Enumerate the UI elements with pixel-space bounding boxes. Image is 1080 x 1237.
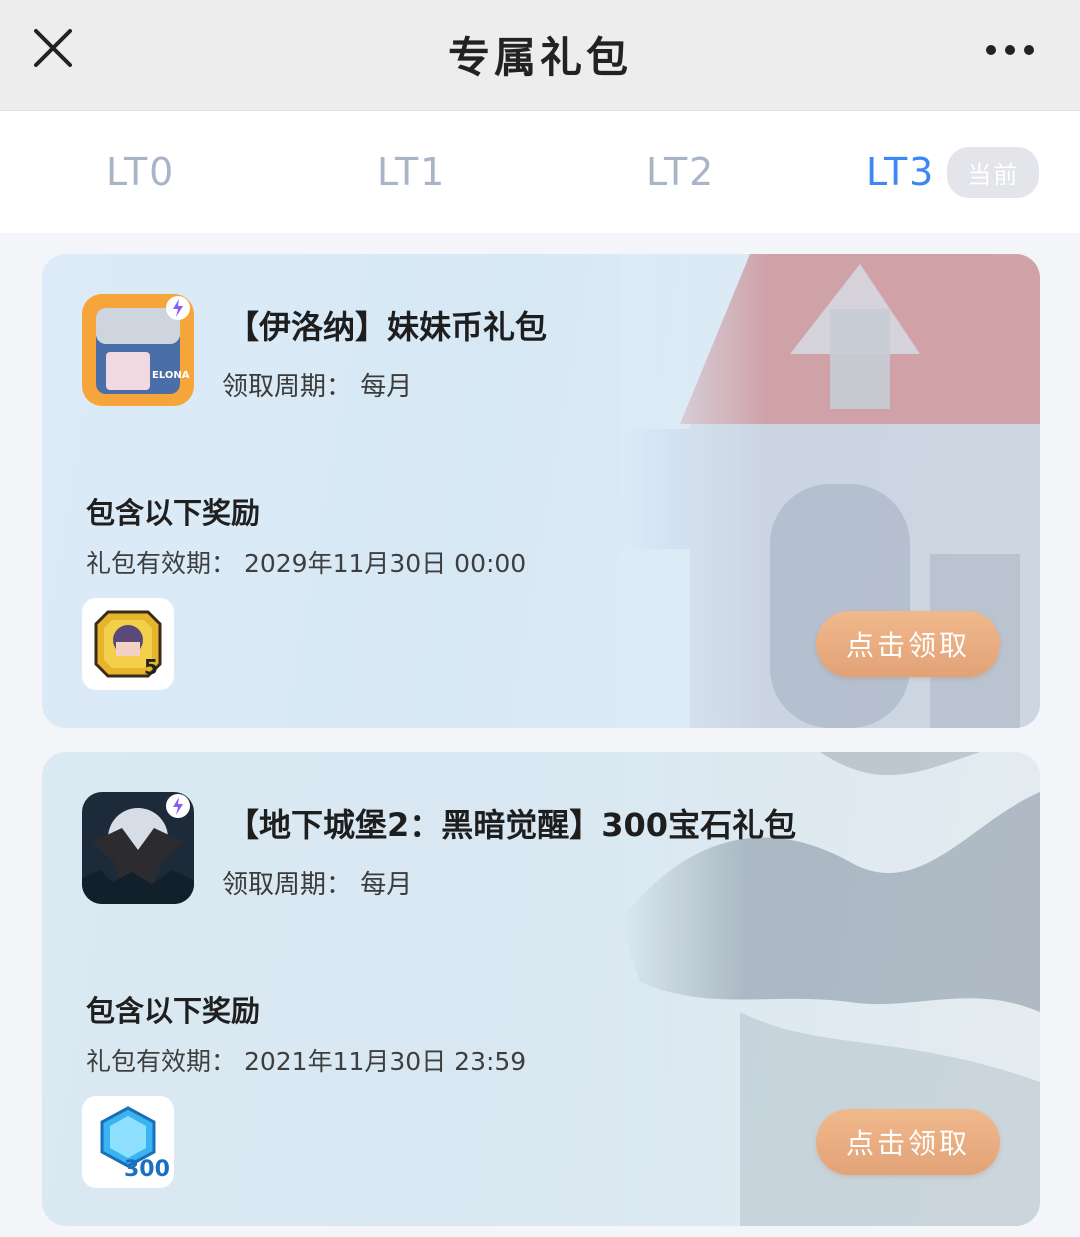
validity-value: 2029年11月30日 00:00 — [243, 549, 527, 578]
validity-text: 礼包有效期： 2021年11月30日 23:59 — [86, 1042, 526, 1078]
level-tabs: LT0 LT1 LT2 LT3 当前 — [0, 111, 1080, 233]
tab-label: LT0 — [106, 150, 176, 194]
more-icon[interactable] — [984, 38, 1036, 62]
coin-icon: 5 — [94, 610, 162, 679]
period-value: 每月 — [360, 372, 413, 402]
tab-lt0[interactable]: LT0 — [106, 111, 175, 233]
tab-lt2[interactable]: LT2 — [646, 111, 715, 233]
tab-label: LT2 — [646, 150, 716, 194]
tab-label: LT1 — [377, 150, 447, 194]
gift-card: ELONA 【伊洛纳】妹妹币礼包 领取周期： 每月 包含以下奖励 礼包有效期： … — [42, 254, 1040, 728]
period-value: 每月 — [360, 870, 413, 900]
gift-title: 【伊洛纳】妹妹币礼包 — [227, 308, 548, 346]
validity-label: 礼包有效期： — [86, 549, 237, 578]
reward-item[interactable]: 300 — [82, 1096, 174, 1188]
gift-title: 【地下城堡2：黑暗觉醒】300宝石礼包 — [227, 806, 797, 844]
top-bar: 专属礼包 — [0, 0, 1080, 111]
reward-count: 300 — [124, 1157, 170, 1182]
gem-icon: 300 — [100, 1106, 170, 1182]
rewards-heading: 包含以下奖励 — [86, 994, 261, 1028]
validity-label: 礼包有效期： — [86, 1047, 237, 1076]
period-label: 领取周期： — [222, 372, 353, 402]
page-title: 专属礼包 — [447, 33, 632, 82]
tab-lt3[interactable]: LT3 当前 — [866, 111, 1040, 233]
rewards-heading: 包含以下奖励 — [86, 496, 261, 530]
tab-label: LT3 — [866, 150, 936, 194]
gift-card: 【地下城堡2：黑暗觉醒】300宝石礼包 领取周期： 每月 包含以下奖励 礼包有效… — [42, 752, 1040, 1226]
game-icon-elona[interactable]: ELONA — [82, 294, 194, 406]
claim-period: 领取周期： 每月 — [222, 366, 412, 403]
icon-caption: ELONA — [152, 370, 190, 381]
current-badge: 当前 — [947, 146, 1040, 198]
reward-count: 5 — [144, 655, 158, 679]
period-label: 领取周期： — [222, 870, 353, 900]
validity-text: 礼包有效期： 2029年11月30日 00:00 — [86, 544, 526, 580]
claim-button[interactable]: 点击领取 — [816, 611, 1000, 677]
tab-lt1[interactable]: LT1 — [377, 111, 446, 233]
claim-period: 领取周期： 每月 — [222, 864, 412, 901]
validity-value: 2021年11月30日 23:59 — [243, 1047, 527, 1076]
reward-item[interactable]: 5 — [82, 598, 174, 690]
claim-button[interactable]: 点击领取 — [816, 1109, 1000, 1175]
game-icon-dungeon[interactable] — [82, 792, 194, 904]
